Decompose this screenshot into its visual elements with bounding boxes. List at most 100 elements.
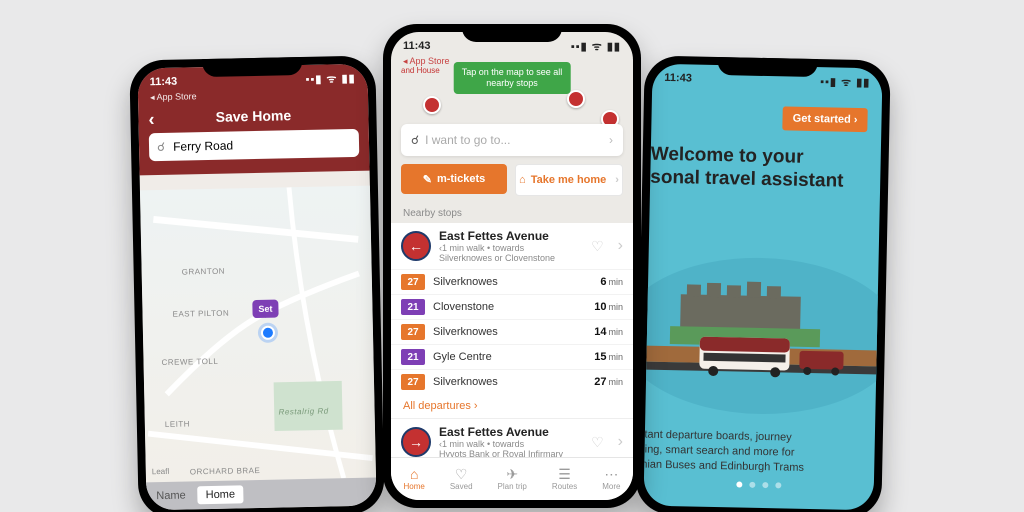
plan trip-icon: ✈ — [506, 467, 518, 481]
saved-icon: ♡ — [455, 467, 468, 481]
route-badge: 27 — [401, 274, 425, 290]
stop-name: East Fettes Avenue — [439, 229, 583, 243]
tab-home[interactable]: ⌂Home — [404, 467, 425, 491]
map-tip: Tap on the map to see all nearby stops — [454, 62, 571, 94]
search-icon: ☌ — [411, 133, 419, 147]
home-icon: ⌂ — [410, 467, 418, 481]
destination: Silverknowes — [433, 276, 498, 288]
m-tickets-button[interactable]: ✎ m-tickets — [401, 164, 507, 194]
eta: 10min — [594, 301, 623, 313]
map[interactable]: GRANTON EAST PILTON CREWE TOLL LEITH ORC… — [140, 186, 376, 483]
destination: Clovenstone — [433, 301, 494, 313]
chevron-right-icon: › — [618, 433, 623, 451]
status-icons: ▪▪▮ ᯤ ▮▮ — [305, 70, 355, 86]
eta: 15min — [594, 351, 623, 363]
notch — [202, 57, 302, 77]
chevron-right-icon: › — [618, 237, 623, 255]
status-icons: ▪▪▮ ᯤ ▮▮ — [820, 74, 870, 90]
tab-saved[interactable]: ♡Saved — [450, 467, 473, 491]
tab-plan-trip[interactable]: ✈Plan trip — [498, 467, 527, 491]
section-header: Nearby stops — [391, 202, 633, 223]
all-departures-link[interactable]: All departures › — [391, 394, 633, 418]
name-bar: Name Home — [146, 478, 377, 511]
page-dots[interactable] — [736, 481, 781, 488]
departure-row[interactable]: 27 Silverknowes 6min — [391, 269, 633, 294]
status-time: 11:43 — [150, 76, 178, 89]
status-time: 11:43 — [403, 40, 431, 52]
get-started-button[interactable]: Get started › — [782, 106, 867, 132]
favorite-icon[interactable]: ♡ — [591, 238, 604, 255]
route-badge: 27 — [401, 324, 425, 340]
name-value[interactable]: Home — [198, 485, 244, 504]
chevron-right-icon: › — [615, 174, 619, 186]
address-input[interactable] — [171, 135, 351, 155]
route-badge: 27 — [401, 374, 425, 390]
tab-bar: ⌂Home ♡Saved ✈Plan trip ☰Routes ⋯More — [391, 457, 633, 500]
map-stop-pin[interactable] — [423, 96, 441, 114]
stop-card[interactable]: ← East Fettes Avenue ‹1 min walk • towar… — [391, 223, 633, 419]
dot[interactable] — [736, 481, 742, 487]
notch — [462, 24, 562, 42]
tab-routes[interactable]: ☰Routes — [552, 467, 577, 491]
map-roads — [140, 186, 376, 483]
phone-welcome: 11:43 ▪▪▮ ᯤ ▮▮ Get started › Welcome to … — [635, 55, 891, 512]
dot[interactable] — [762, 482, 768, 488]
map-label: LEITH — [165, 419, 190, 429]
stop-subtitle: ‹1 min walk • towards Hyvots Bank or Roy… — [439, 439, 583, 458]
map-attrib: Leafl — [152, 467, 170, 476]
welcome-heading: Welcome to yoursonal travel assistant — [650, 144, 844, 194]
destination: Gyle Centre — [433, 351, 492, 363]
direction-icon: ← — [401, 231, 431, 261]
destination: Silverknowes — [433, 376, 498, 388]
map-label: EAST PILTON — [172, 309, 229, 319]
tab-label: Plan trip — [498, 482, 527, 491]
search-icon: ☌ — [157, 140, 165, 154]
favorite-icon[interactable]: ♡ — [591, 434, 604, 451]
routes-icon: ☰ — [558, 467, 571, 481]
departure-row[interactable]: 27 Silverknowes 27min — [391, 369, 633, 394]
departure-row[interactable]: 21 Gyle Centre 15min — [391, 344, 633, 369]
map-park-label: Restalrig Rd — [279, 407, 329, 417]
phone-home: 11:43 ▪▪▮ ᯤ ▮▮ ◂ App Store and House Tap… — [383, 24, 641, 508]
page-title: Save Home — [216, 107, 292, 125]
eta: 6min — [600, 276, 623, 288]
stop-subtitle: ‹1 min walk • towards Silverknowes or Cl… — [439, 243, 583, 263]
departure-row[interactable]: 27 Silverknowes 14min — [391, 319, 633, 344]
more-icon: ⋯ — [604, 467, 618, 481]
tab-label: Routes — [552, 482, 577, 491]
back-chevron-icon[interactable]: ‹ — [148, 109, 154, 130]
route-badge: 21 — [401, 349, 425, 365]
dot[interactable] — [775, 482, 781, 488]
map-label: ORCHARD BRAE — [190, 466, 261, 476]
nearby-stops-section: Nearby stops ← East Fettes Avenue ‹1 min… — [391, 202, 633, 458]
ticket-icon: ✎ — [423, 173, 432, 186]
departure-row[interactable]: 21 Clovenstone 10min — [391, 294, 633, 319]
search-placeholder: I want to go to... — [425, 133, 510, 147]
tab-label: More — [602, 482, 620, 491]
map-label: GRANTON — [182, 267, 226, 277]
stop-card[interactable]: → East Fettes Avenue ‹1 min walk • towar… — [391, 419, 633, 458]
status-time: 11:43 — [664, 72, 692, 85]
status-icons: ▪▪▮ ᯤ ▮▮ — [571, 39, 621, 54]
welcome-description: stant departure boards, journey ning, sm… — [643, 427, 863, 476]
notch — [717, 57, 817, 77]
address-search[interactable]: ☌ — [149, 129, 360, 161]
eta: 14min — [594, 326, 623, 338]
phone-save-home: 11:43 ▪▪▮ ᯤ ▮▮ ◂ App Store ‹ Save Home ☌… — [129, 55, 385, 512]
tab-more[interactable]: ⋯More — [602, 467, 620, 491]
destination: Silverknowes — [433, 326, 498, 338]
map-label: CREWE TOLL — [161, 357, 218, 367]
eta: 27min — [594, 376, 623, 388]
home-icon: ⌂ — [519, 174, 526, 186]
map-poi-label: and House — [401, 66, 440, 75]
stop-name: East Fettes Avenue — [439, 425, 583, 439]
chevron-right-icon: › — [609, 133, 613, 147]
name-label: Name — [156, 490, 186, 503]
dot[interactable] — [749, 482, 755, 488]
map-stop-pin[interactable] — [567, 90, 585, 108]
destination-search[interactable]: ☌ I want to go to... › — [401, 124, 623, 156]
set-home-pin[interactable]: Set — [252, 300, 278, 319]
tab-label: Home — [404, 482, 425, 491]
direction-icon: → — [401, 427, 431, 457]
take-me-home-button[interactable]: ⌂ Take me home › — [515, 164, 623, 196]
